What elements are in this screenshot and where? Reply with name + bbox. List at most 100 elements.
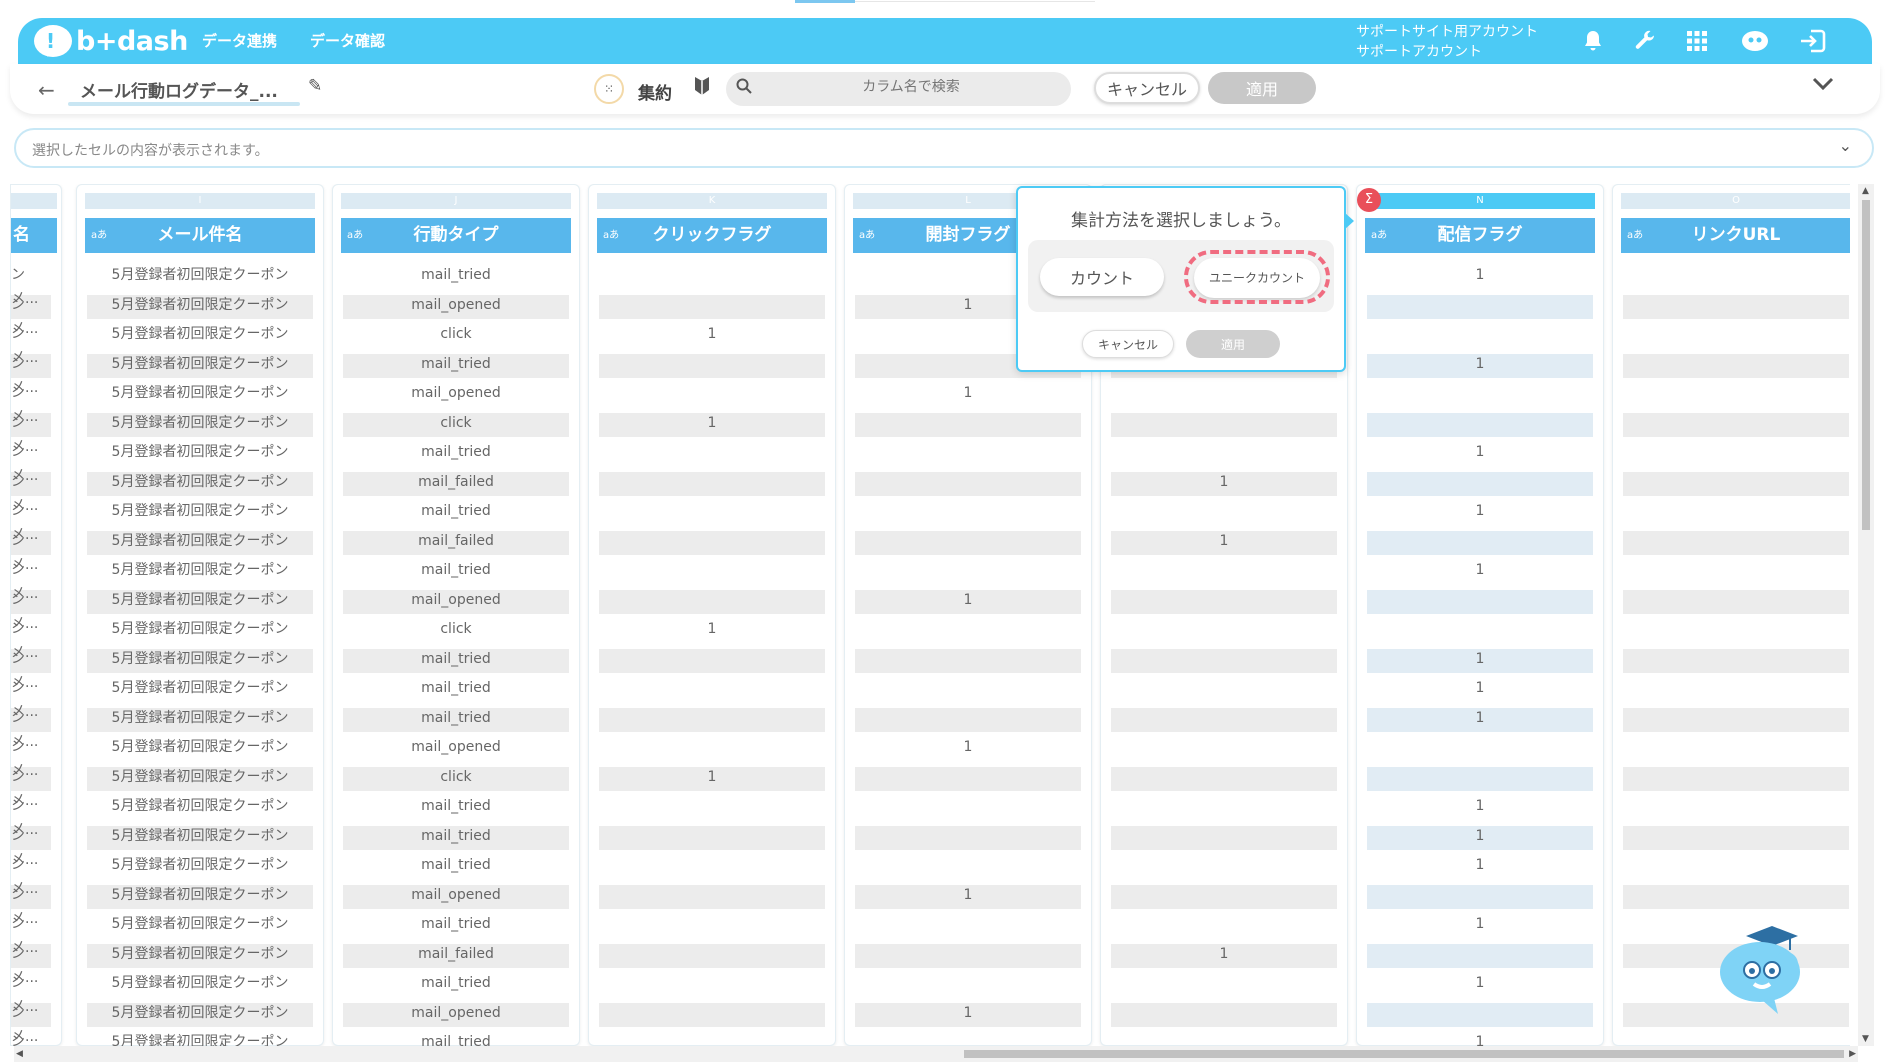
table-cell[interactable] [1111, 440, 1337, 470]
grid-column[interactable]: Naあ 配信フラグ 1 1 1 1 1 1 1 1 1 1 1 1 1 1 [1356, 184, 1604, 1046]
table-cell[interactable]: 1 [1367, 971, 1593, 1001]
table-cell[interactable] [1111, 1001, 1337, 1031]
table-cell[interactable] [855, 470, 1081, 500]
column-header[interactable]: aあ リンクURL [1621, 218, 1850, 253]
table-cell[interactable] [855, 853, 1081, 883]
table-cell[interactable] [1623, 588, 1849, 618]
table-cell[interactable] [1111, 912, 1337, 942]
edit-pencil-icon[interactable]: ✎ [308, 76, 322, 96]
count-option-button[interactable]: カウント [1040, 258, 1164, 296]
table-cell[interactable] [1111, 824, 1337, 854]
table-cell[interactable]: 5月登録者初回限定クーポン [87, 1001, 313, 1031]
table-cell[interactable] [1111, 588, 1337, 618]
table-cell[interactable] [1367, 470, 1593, 500]
table-cell[interactable]: 5月登録者初回限定クーポン [87, 824, 313, 854]
table-cell[interactable] [599, 529, 825, 559]
table-cell[interactable] [1367, 883, 1593, 913]
table-cell[interactable]: 1 [855, 883, 1081, 913]
table-cell[interactable] [1623, 440, 1849, 470]
table-cell[interactable]: mail_tried [343, 647, 569, 677]
table-cell[interactable]: ンメ... [11, 263, 51, 307]
table-cell[interactable]: mail_failed [343, 470, 569, 500]
table-cell[interactable] [855, 706, 1081, 736]
table-cell[interactable] [1111, 647, 1337, 677]
table-cell[interactable]: 5月登録者初回限定クーポン [87, 765, 313, 795]
table-cell[interactable] [599, 558, 825, 588]
table-cell[interactable]: 1 [599, 411, 825, 441]
table-cell[interactable] [1623, 293, 1849, 323]
table-cell[interactable]: click [343, 765, 569, 795]
table-cell[interactable]: 5月登録者初回限定クーポン [87, 735, 313, 765]
table-cell[interactable] [1111, 499, 1337, 529]
vertical-scrollbar[interactable]: ▲ ▼ [1858, 184, 1874, 1046]
table-cell[interactable] [599, 676, 825, 706]
vertical-scroll-thumb[interactable] [1862, 200, 1870, 530]
table-cell[interactable] [599, 971, 825, 1001]
table-cell[interactable] [855, 676, 1081, 706]
table-cell[interactable] [855, 411, 1081, 441]
table-cell[interactable] [1367, 381, 1593, 411]
table-cell[interactable]: mail_tried [343, 824, 569, 854]
table-cell[interactable]: 1 [599, 322, 825, 352]
table-cell[interactable] [855, 558, 1081, 588]
table-cell[interactable] [599, 352, 825, 382]
table-cell[interactable] [1111, 765, 1337, 795]
support-mascot-icon[interactable] [1740, 26, 1770, 56]
table-cell[interactable] [1111, 381, 1337, 411]
grid-column[interactable]: Kaあ クリックフラグ 1 1 1 1 [588, 184, 836, 1046]
toolbar-cancel-button[interactable]: キャンセル [1094, 72, 1200, 104]
table-cell[interactable]: 1 [1111, 470, 1337, 500]
table-cell[interactable]: 1 [1367, 263, 1593, 293]
table-cell[interactable]: 5月登録者初回限定クーポン [87, 971, 313, 1001]
table-cell[interactable] [599, 470, 825, 500]
table-cell[interactable] [855, 971, 1081, 1001]
table-cell[interactable] [1111, 1030, 1337, 1046]
table-cell[interactable]: 1 [1367, 794, 1593, 824]
table-cell[interactable] [1111, 794, 1337, 824]
table-cell[interactable] [1623, 499, 1849, 529]
brand-logo[interactable]: ! b+dash [34, 24, 188, 58]
table-cell[interactable]: 1 [1367, 676, 1593, 706]
table-cell[interactable]: 5月登録者初回限定クーポン [87, 411, 313, 441]
table-cell[interactable] [855, 912, 1081, 942]
table-cell[interactable] [1111, 617, 1337, 647]
table-cell[interactable] [855, 440, 1081, 470]
table-cell[interactable] [1623, 263, 1849, 293]
wrench-icon[interactable] [1630, 26, 1660, 56]
table-cell[interactable] [1623, 322, 1849, 352]
back-arrow-icon[interactable]: ← [38, 78, 55, 102]
dataset-name[interactable]: メール行動ログデータ_... [80, 77, 278, 102]
toolbar-apply-button[interactable]: 適用 [1208, 72, 1316, 104]
table-cell[interactable]: 1 [855, 588, 1081, 618]
table-cell[interactable]: 5月登録者初回限定クーポン [87, 499, 313, 529]
table-cell[interactable]: 5月登録者初回限定クーポン [87, 676, 313, 706]
beginner-mark-icon[interactable] [694, 76, 710, 101]
table-cell[interactable]: 5月登録者初回限定クーポン [87, 322, 313, 352]
table-cell[interactable]: 5月登録者初回限定クーポン [87, 647, 313, 677]
table-cell[interactable]: 5月登録者初回限定クーポン [87, 853, 313, 883]
table-cell[interactable]: 1 [855, 1001, 1081, 1031]
table-cell[interactable]: 1 [599, 617, 825, 647]
table-cell[interactable] [599, 706, 825, 736]
aggregate-toggle-icon[interactable]: ⁙ [594, 74, 624, 104]
table-cell[interactable]: 5月登録者初回限定クーポン [87, 529, 313, 559]
table-cell[interactable]: mail_opened [343, 293, 569, 323]
search-input[interactable] [766, 79, 1056, 95]
logout-icon[interactable] [1798, 26, 1828, 56]
table-cell[interactable]: 1 [1111, 529, 1337, 559]
table-cell[interactable] [1623, 381, 1849, 411]
popup-cancel-button[interactable]: キャンセル [1082, 330, 1174, 358]
table-cell[interactable] [1111, 676, 1337, 706]
table-cell[interactable]: 1 [1367, 499, 1593, 529]
table-cell[interactable] [1367, 617, 1593, 647]
scroll-down-icon[interactable]: ▼ [1862, 1034, 1869, 1044]
table-cell[interactable]: mail_tried [343, 853, 569, 883]
table-cell[interactable]: mail_tried [343, 263, 569, 293]
table-cell[interactable]: 5月登録者初回限定クーポン [87, 263, 313, 293]
table-cell[interactable]: 1 [855, 735, 1081, 765]
table-cell[interactable] [1623, 352, 1849, 382]
table-cell[interactable]: mail_tried [343, 499, 569, 529]
table-cell[interactable]: click [343, 617, 569, 647]
table-cell[interactable]: mail_opened [343, 883, 569, 913]
table-cell[interactable] [599, 1030, 825, 1046]
